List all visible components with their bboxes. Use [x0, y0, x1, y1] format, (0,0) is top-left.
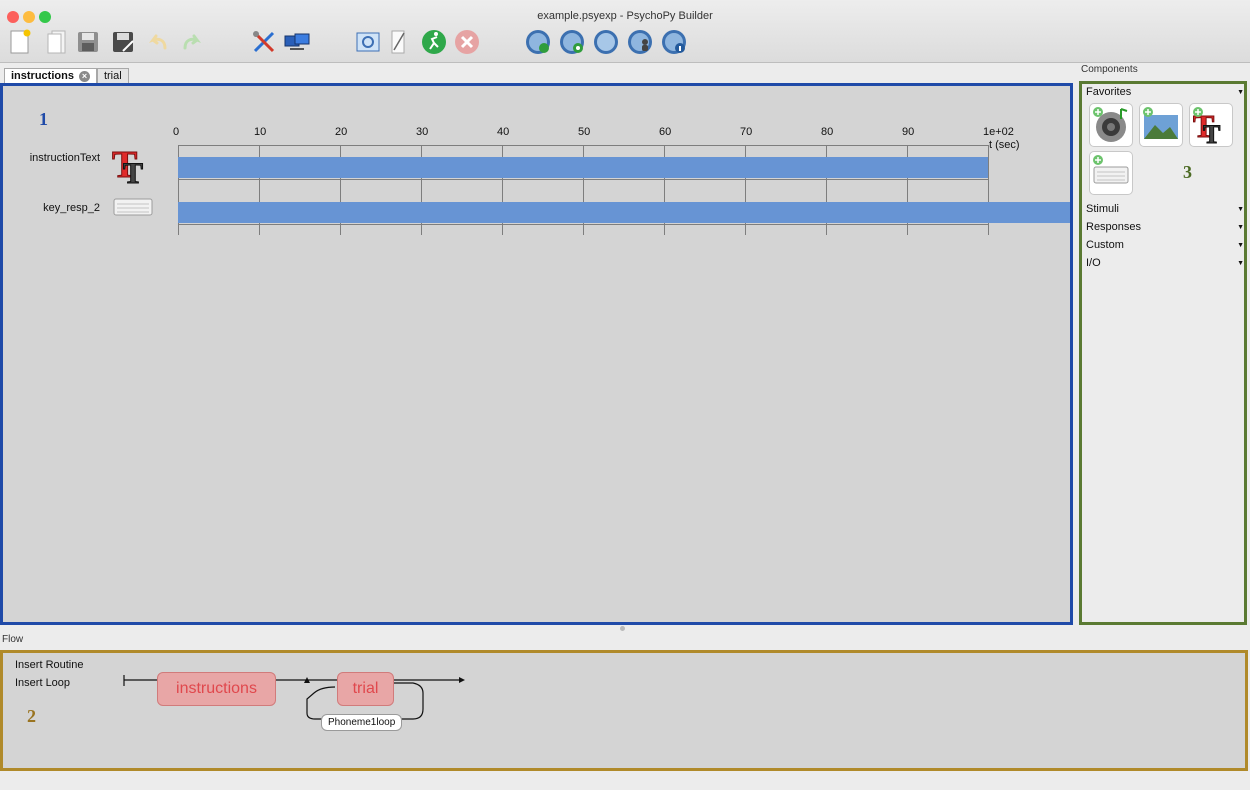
- keyboard-component-icon[interactable]: [1089, 151, 1133, 195]
- run-icon[interactable]: [420, 28, 448, 56]
- undo-icon[interactable]: [145, 28, 173, 56]
- time-tick-label: 90: [902, 126, 915, 138]
- time-axis-line: [178, 224, 988, 225]
- pavlovia-user-icon[interactable]: [626, 28, 654, 56]
- flow-loop-label[interactable]: Phoneme1loop: [321, 714, 403, 731]
- category-io[interactable]: I/O ▼: [1086, 255, 1244, 272]
- pavlovia-sync-icon[interactable]: [524, 28, 552, 56]
- category-arrow-icon: ▼: [1237, 224, 1244, 231]
- category-label: I/O: [1086, 257, 1101, 269]
- components-header: Components: [1081, 64, 1138, 75]
- time-tick-label: 50: [578, 126, 591, 138]
- time-tick-label: 70: [740, 126, 753, 138]
- flow-panel: Insert Routine Insert Loop 2 instruction…: [0, 650, 1248, 771]
- category-arrow-icon: ▼: [1237, 89, 1244, 96]
- tab-instructions[interactable]: instructions ×: [4, 68, 97, 84]
- monitor-center-icon[interactable]: [283, 28, 311, 56]
- category-label: Responses: [1086, 221, 1142, 233]
- time-tick-label: 1e+02: [983, 126, 1014, 138]
- text-component-icon[interactable]: TT: [110, 141, 154, 191]
- pavlovia-search-icon[interactable]: [558, 28, 586, 56]
- category-custom[interactable]: Custom ▼: [1086, 237, 1244, 254]
- save-icon[interactable]: [74, 28, 102, 56]
- time-axis-line: [178, 145, 988, 146]
- redo-icon[interactable]: [177, 28, 205, 56]
- keyboard-component-icon[interactable]: [113, 196, 153, 221]
- category-arrow-icon: ▼: [1237, 206, 1244, 213]
- pavlovia-info-icon[interactable]: [660, 28, 688, 56]
- time-tick-label: 80: [821, 126, 834, 138]
- close-tab-icon[interactable]: ×: [78, 71, 90, 82]
- tab-label: trial: [103, 70, 122, 82]
- stop-icon[interactable]: [453, 28, 481, 56]
- component-name-instructionText[interactable]: instructionText: [5, 152, 100, 164]
- components-panel: Favorites ▼ TT 3 Stimuli ▼ Responses ▼ Cust…: [1079, 81, 1247, 625]
- category-label: Favorites: [1086, 86, 1132, 98]
- category-label: Stimuli: [1086, 203, 1120, 215]
- tab-trial[interactable]: trial: [96, 68, 129, 84]
- category-stimuli[interactable]: Stimuli ▼: [1086, 201, 1244, 218]
- open-file-icon[interactable]: [43, 28, 71, 56]
- time-tick-label: 40: [497, 126, 510, 138]
- save-as-icon[interactable]: [109, 28, 137, 56]
- component-bar-key_resp_2[interactable]: [178, 202, 1070, 223]
- tab-label: instructions: [11, 70, 74, 82]
- time-tick-label: 0: [173, 126, 180, 138]
- new-file-icon[interactable]: [6, 28, 34, 56]
- routine-panel: 1 t (sec) 0 10 20 30 40 50 60 70 80 90 1e+02 instr…: [0, 83, 1073, 625]
- category-favorites[interactable]: Favorites ▼: [1086, 84, 1244, 101]
- sound-component-icon[interactable]: [1089, 103, 1133, 147]
- preferences-icon[interactable]: [250, 28, 278, 56]
- svg-text:T: T: [123, 157, 143, 185]
- component-bar-instructionText[interactable]: [178, 157, 988, 178]
- component-name-key_resp_2[interactable]: key_resp_2: [5, 202, 100, 214]
- category-arrow-icon: ▼: [1237, 260, 1244, 267]
- svg-text:T: T: [1203, 120, 1220, 145]
- code-icon[interactable]: [384, 28, 412, 56]
- category-responses[interactable]: Responses ▼: [1086, 219, 1244, 236]
- panel-number-components: 3: [1183, 162, 1192, 182]
- text-component-icon[interactable]: TT: [1189, 103, 1233, 147]
- time-tick-label: 10: [254, 126, 267, 138]
- splitter-handle[interactable]: [620, 626, 625, 631]
- pavlovia-globe-icon[interactable]: [592, 28, 620, 56]
- time-tick-label: 20: [335, 126, 348, 138]
- flow-arrow-icon: [459, 677, 465, 683]
- image-component-icon[interactable]: [1139, 103, 1183, 147]
- category-arrow-icon: ▼: [1237, 242, 1244, 249]
- routine-timeline: t (sec) 0 10 20 30 40 50 60 70 80 90 1e+02: [3, 86, 1070, 622]
- flow-routine-trial[interactable]: trial: [337, 672, 394, 706]
- experiment-settings-icon[interactable]: [354, 28, 382, 56]
- time-axis-label: t (sec): [989, 139, 1020, 151]
- flow-routine-instructions[interactable]: instructions: [157, 672, 276, 706]
- flow-header: Flow: [2, 634, 24, 645]
- window-title: example.psyexp - PsychoPy Builder: [537, 10, 713, 22]
- routine-tabs: instructions × trial: [4, 68, 129, 84]
- time-tick-label: 30: [416, 126, 429, 138]
- time-axis-line: [178, 179, 988, 180]
- time-tick-label: 60: [659, 126, 672, 138]
- category-label: Custom: [1086, 239, 1124, 251]
